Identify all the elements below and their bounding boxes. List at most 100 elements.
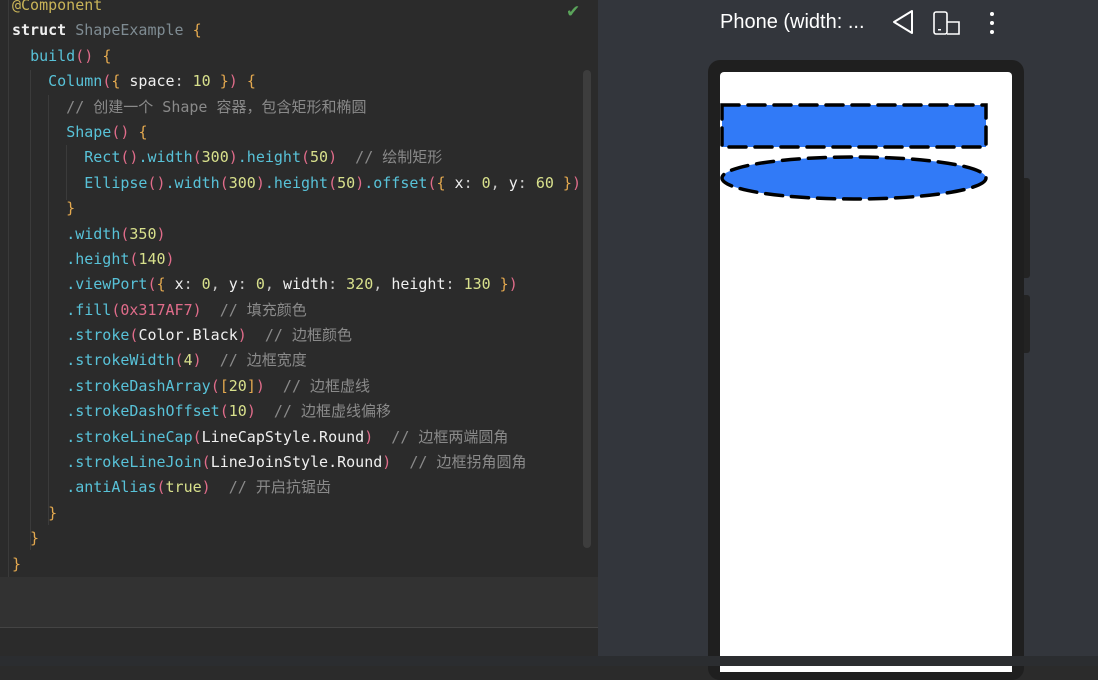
code-line[interactable]: .height(140) (12, 247, 581, 272)
code-token: .width (165, 173, 220, 192)
code-token: ( (328, 173, 338, 192)
fold-gutter[interactable] (0, 0, 9, 580)
code-line[interactable]: // 创建一个 Shape 容器，包含矩形和椭圆 (12, 95, 581, 120)
code-token: : (237, 275, 256, 294)
shape-canvas (720, 103, 988, 201)
code-line[interactable]: @Component (12, 0, 581, 18)
code-token: build (30, 46, 76, 65)
code-line[interactable]: .antiAlias(true) // 开启抗锯齿 (12, 475, 581, 500)
code-token: ) (571, 173, 581, 192)
code-token: () (147, 173, 166, 192)
code-token: ] (246, 376, 256, 395)
code-token: 300 (201, 148, 229, 167)
code-token: } (12, 554, 22, 573)
code-token: ) (364, 427, 374, 446)
code-token: { (246, 72, 256, 91)
code-line[interactable]: .width(350) (12, 222, 581, 247)
code-token: ShapeExample (75, 21, 193, 40)
code-token: ) (228, 148, 238, 167)
code-token: () (75, 46, 103, 65)
code-line[interactable]: .viewPort({ x: 0, y: 0, width: 320, heig… (12, 272, 581, 297)
status-bar (0, 656, 1098, 666)
code-line[interactable]: .fill(0x317AF7) // 填充颜色 (12, 298, 581, 323)
code-token: ( (201, 453, 211, 472)
code-token: // 填充颜色 (201, 300, 307, 319)
code-token: } (210, 72, 229, 91)
code-token: ) (255, 376, 265, 395)
code-token: space (129, 72, 175, 91)
code-token: : (463, 173, 482, 192)
code-token: : (445, 275, 464, 294)
code-line[interactable]: } (12, 501, 581, 526)
code-token: .strokeLineJoin (66, 453, 202, 472)
code-token: width (282, 275, 329, 294)
code-line[interactable]: .strokeWidth(4) // 边框宽度 (12, 348, 581, 373)
code-token: ( (156, 478, 166, 497)
code-token: Shape (66, 122, 112, 141)
code-token: 20 (228, 376, 247, 395)
code-token: ) (255, 173, 265, 192)
code-line[interactable]: .strokeLineJoin(LineJoinStyle.Round) // … (12, 450, 581, 475)
code-token: 4 (183, 351, 193, 370)
code-token: true (165, 478, 202, 497)
code-token: .fill (66, 300, 112, 319)
device-title[interactable]: Phone (width: ... (720, 11, 865, 34)
code-line[interactable]: .strokeLineCap(LineCapStyle.Round) // 边框… (12, 425, 581, 450)
code-token: .viewPort (66, 275, 148, 294)
code-line[interactable]: Column({ space: 10 }) { (12, 69, 581, 94)
rotate-back-icon[interactable] (890, 8, 916, 40)
code-token: () (120, 148, 139, 167)
code-token: () (111, 122, 139, 141)
code-token: 300 (228, 173, 256, 192)
code-token: } (12, 199, 76, 218)
code-token: Color.Black (138, 326, 238, 345)
code-line[interactable]: build() { (12, 44, 581, 69)
code-token: // 开启抗锯齿 (210, 478, 331, 497)
code-token: // 边框两端圆角 (373, 427, 509, 446)
code-token: // 边框拐角圆角 (391, 453, 527, 472)
phone-screen (720, 72, 1012, 672)
code-token: , (210, 275, 229, 294)
more-options-icon[interactable] (988, 10, 996, 40)
code-token: 10 (228, 402, 247, 421)
code-editor[interactable]: @Component struct ShapeExample { build() … (0, 0, 598, 666)
code-token: 0 (255, 275, 265, 294)
code-token: .stroke (66, 326, 130, 345)
code-token: ) (192, 300, 202, 319)
code-line[interactable]: Rect().width(300).height(50) // 绘制矩形 (12, 145, 581, 170)
code-line[interactable]: } (12, 552, 581, 577)
code-line[interactable]: .stroke(Color.Black) // 边框颜色 (12, 323, 581, 348)
code-token: ( (301, 148, 311, 167)
code-line[interactable]: Ellipse().width(300).height(50).offset({… (12, 171, 581, 196)
code-token: .height (264, 173, 329, 192)
code-token: { (192, 21, 202, 40)
code-text[interactable]: @Component struct ShapeExample { build() … (12, 0, 581, 577)
code-token: ( (210, 376, 220, 395)
code-token: height (391, 275, 446, 294)
phone-side-button (1024, 178, 1030, 278)
code-token: ) (192, 351, 202, 370)
scrollbar[interactable] (583, 70, 591, 548)
code-token: // 绘制矩形 (337, 148, 443, 167)
code-token: 0x317AF7 (120, 300, 193, 319)
code-token: 130 (463, 275, 491, 294)
code-line[interactable]: .strokeDashArray([20]) // 边框虚线 (12, 374, 581, 399)
code-token: .strokeDashArray (66, 376, 211, 395)
code-line[interactable]: } (12, 526, 581, 551)
code-token: ( (192, 148, 202, 167)
code-line[interactable]: } (12, 196, 581, 221)
code-line[interactable]: Shape() { (12, 120, 581, 145)
code-line[interactable]: struct ShapeExample { (12, 18, 581, 43)
code-token: x (454, 173, 464, 192)
code-token: .strokeLineCap (66, 427, 193, 446)
code-line[interactable]: .strokeDashOffset(10) // 边框虚线偏移 (12, 399, 581, 424)
device-switch-icon[interactable] (932, 10, 962, 40)
code-token: LineCapStyle.Round (201, 427, 365, 446)
code-token: { (138, 122, 148, 141)
code-token: ) (237, 326, 247, 345)
